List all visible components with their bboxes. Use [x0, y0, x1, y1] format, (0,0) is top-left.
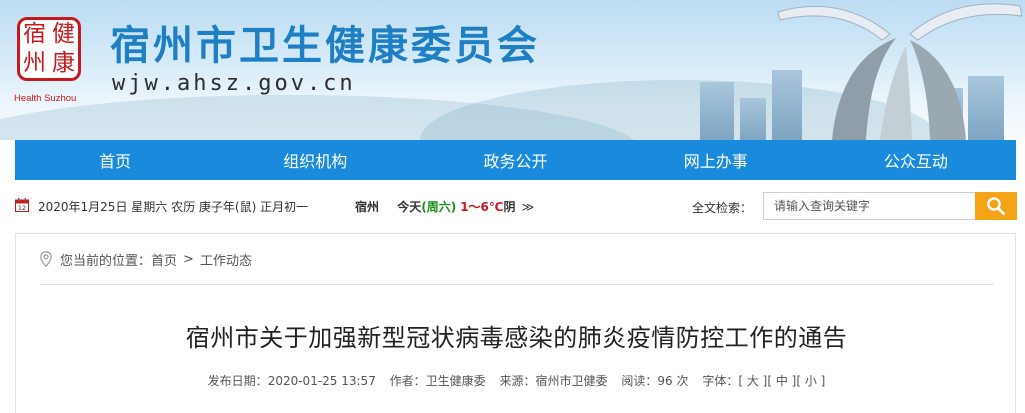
article-meta: 发布日期：2020-01-25 13:57 作者：卫生健康委 来源：宿州市卫健委…	[16, 372, 1017, 389]
views-label: 阅读：	[621, 374, 658, 388]
search-icon	[987, 197, 1005, 215]
views: 阅读：96 次	[621, 374, 688, 388]
font-size-small-button[interactable]: [ 小 ]	[796, 374, 825, 388]
breadcrumb-prefix: 您当前的位置：	[60, 253, 152, 269]
font-size-medium-button[interactable]: [ 中 ]	[767, 374, 796, 388]
weather-day: (周六)	[421, 200, 457, 214]
nav-item-government-affairs[interactable]: 政务公开	[415, 140, 615, 180]
font-size-large-button[interactable]: [ 大 ]	[738, 374, 767, 388]
weather-today-label: 今天	[397, 200, 422, 214]
breadcrumb-item-home[interactable]: 首页	[151, 250, 177, 269]
source: 来源：宿州市卫健委	[500, 374, 608, 388]
seal-char: 宿	[23, 21, 46, 47]
nav-item-public-interaction[interactable]: 公众互动	[816, 140, 1016, 180]
nav-item-online-services[interactable]: 网上办事	[616, 140, 816, 180]
font-size-controls: 字体：[ 大 ][ 中 ][ 小 ]	[702, 374, 825, 388]
search-input[interactable]	[763, 192, 975, 220]
article-panel: 您当前的位置： 首页 > 工作动态 宿州市关于加强新型冠状病毒感染的肺炎疫情防控…	[15, 233, 1016, 413]
article-title: 宿州市关于加强新型冠状病毒感染的肺炎疫情防控工作的通告	[185, 324, 848, 352]
source-label: 来源：	[499, 374, 536, 388]
seal-char: 康	[52, 50, 75, 76]
location-pin-icon	[40, 251, 52, 267]
seal-char: 州	[23, 50, 46, 76]
background-building	[740, 98, 766, 140]
author-label: 作者：	[389, 374, 426, 388]
weather-city: 宿州	[355, 200, 380, 214]
weather-widget[interactable]: 宿州 今天(周六) 1～6℃阴 ≫	[355, 198, 534, 215]
weather-condition: 阴	[503, 200, 516, 214]
source-value: 宿州市卫健委	[535, 374, 608, 388]
nav-item-home[interactable]: 首页	[15, 140, 215, 180]
author: 作者：卫生健康委	[390, 374, 486, 388]
sculpture-graphic	[777, 3, 1023, 140]
divider	[40, 284, 994, 285]
arrows-icon[interactable]: ≫	[522, 200, 535, 214]
breadcrumb-item-work-news[interactable]: 工作动态	[200, 250, 252, 269]
site-url: wjw.ahsz.gov.cn	[112, 71, 356, 96]
main-nav: 首页 组织机构 政务公开 网上办事 公众互动	[15, 140, 1016, 180]
logo-seal: 宿 健 州 康	[17, 17, 81, 81]
info-bar: 12 2020年1月25日 星期六 农历 庚子年(鼠) 正月初一 宿州 今天(周…	[15, 188, 1017, 224]
seal-char: 健	[52, 21, 75, 47]
weather-temperature: 1～6℃	[460, 200, 504, 214]
search-button[interactable]	[975, 192, 1017, 220]
author-value: 卫生健康委	[425, 374, 486, 388]
site-header: 宿 健 州 康 Health Suzhou 宿州市卫生健康委员会 wjw.ahs…	[0, 0, 1025, 140]
calendar-icon: 12	[15, 198, 29, 212]
publish-date-label: 发布日期：	[207, 374, 268, 388]
views-value: 96 次	[657, 374, 689, 388]
logo-english-text: Health Suzhou	[14, 93, 77, 104]
background-building	[700, 82, 734, 140]
breadcrumb: 您当前的位置： 首页 > 工作动态	[40, 250, 252, 269]
font-size-label: 字体：	[702, 374, 739, 388]
publish-date-value: 2020-01-25 13:57	[267, 374, 376, 388]
breadcrumb-separator: >	[183, 251, 194, 267]
site-logo[interactable]: 宿 健 州 康	[17, 17, 81, 81]
publish-date: 发布日期：2020-01-25 13:57	[208, 374, 376, 388]
search-label: 全文检索：	[692, 201, 753, 215]
current-date: 2020年1月25日 星期六 农历 庚子年(鼠) 正月初一	[38, 200, 309, 214]
site-title: 宿州市卫生健康委员会	[110, 23, 540, 69]
svg-text:12: 12	[18, 204, 26, 212]
nav-item-organization[interactable]: 组织机构	[215, 140, 415, 180]
